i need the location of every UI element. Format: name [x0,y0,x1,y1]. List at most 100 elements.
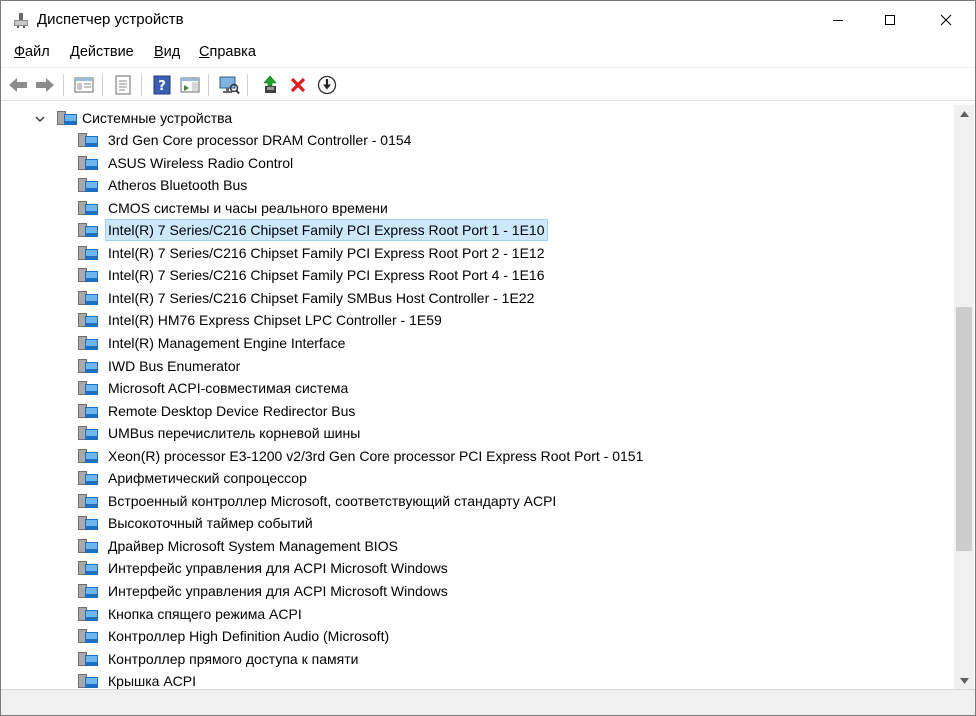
menu-bar: Файл Действие Вид Справка [1,41,975,65]
close-icon [940,14,952,25]
system-device-icon [78,200,98,216]
system-device-icon [78,222,98,238]
device-name: Intel(R) HM76 Express Chipset LPC Contro… [108,312,442,329]
device-name: IWD Bus Enumerator [108,357,241,374]
device-list-item[interactable]: Арифметический сопроцессор [78,467,309,489]
system-device-icon [78,470,98,486]
device-name: Intel(R) 7 Series/C216 Chipset Family PC… [108,244,545,261]
update-driver-icon [263,75,277,93]
device-name: Intel(R) 7 Series/C216 Chipset Family SM… [108,289,535,306]
menu-view[interactable]: Вид [154,44,180,60]
show-hide-tree-button[interactable] [73,74,95,96]
disable-device-button[interactable] [316,74,338,96]
device-list-item[interactable]: Крышка ACPI [78,670,198,689]
device-list-item[interactable]: Драйвер Microsoft System Management BIOS [78,535,400,557]
device-list-item[interactable]: UMBus перечислитель корневой шины [78,422,362,444]
show-hide-console-tree-icon [74,77,94,93]
device-list-item[interactable]: IWD Bus Enumerator [78,355,242,377]
scroll-up-button[interactable] [954,105,974,122]
system-device-icon [78,425,98,441]
device-list-item[interactable]: Intel(R) 7 Series/C216 Chipset Family PC… [78,264,547,286]
system-device-icon [78,515,98,531]
device-list-item[interactable]: ASUS Wireless Radio Control [78,152,295,174]
close-button[interactable] [923,1,969,38]
device-list-item[interactable]: Intel(R) HM76 Express Chipset LPC Contro… [78,309,444,331]
menu-help[interactable]: Справка [199,44,256,60]
device-name: Кнопка спящего режима ACPI [108,605,302,622]
device-name: Atheros Bluetooth Bus [108,177,248,194]
vertical-scrollbar[interactable] [954,105,974,689]
system-device-icon [78,560,98,576]
scan-hardware-button[interactable] [218,74,240,96]
system-devices-folder-icon [57,110,77,129]
device-name: Интерфейс управления для ACPI Microsoft … [108,583,448,599]
window-title: Диспетчер устройств [37,11,184,28]
help-icon: ? [153,75,171,95]
system-device-icon [78,267,98,283]
device-tree[interactable]: Системные устройства 3rd Gen Core proces… [2,105,954,689]
scroll-down-button[interactable] [954,672,974,689]
minimize-button[interactable] [815,1,861,38]
system-device-icon [78,177,98,193]
menu-file[interactable]: Файл [14,44,50,60]
device-list-item[interactable]: Remote Desktop Device Redirector Bus [78,400,357,422]
device-list-item[interactable]: 3rd Gen Core processor DRAM Controller -… [78,129,413,151]
device-name: Интерфейс управления для ACPI Microsoft … [108,560,448,577]
system-device-icon [78,538,98,554]
toolbar: ? [1,67,975,101]
device-list-item[interactable]: CMOS системы и часы реального времени [78,197,390,219]
action-pane-icon [180,77,200,93]
device-name: Встроенный контроллер Microsoft, соответ… [108,492,557,509]
maximize-icon [885,14,895,25]
svg-text:?: ? [158,79,166,94]
device-list-item[interactable]: Контроллер High Definition Audio (Micros… [78,625,391,647]
action-pane-button[interactable] [179,74,201,96]
device-name: Крышка ACPI [108,673,197,689]
device-list-item[interactable]: Intel(R) 7 Series/C216 Chipset Family PC… [78,242,547,264]
device-list-item[interactable]: Интерфейс управления для ACPI Microsoft … [78,557,450,579]
device-list-item[interactable]: Встроенный контроллер Microsoft, соответ… [78,490,558,512]
device-name: ASUS Wireless Radio Control [108,154,294,171]
scroll-up-arrow-icon [959,110,969,117]
back-button[interactable] [7,74,29,96]
device-list-item[interactable]: Интерфейс управления для ACPI Microsoft … [78,580,450,602]
help-button[interactable]: ? [151,74,173,96]
update-driver-button[interactable] [259,74,281,96]
system-device-icon [78,358,98,374]
title-bar[interactable]: Диспетчер устройств [1,1,975,38]
menu-action[interactable]: Действие [70,44,134,60]
system-device-icon [78,403,98,419]
device-list-item[interactable]: Intel(R) Management Engine Interface [78,332,347,354]
device-name: Контроллер прямого доступа к памяти [108,650,359,667]
system-device-icon [78,628,98,644]
properties-button[interactable] [112,74,134,96]
system-device-icon [78,132,98,148]
device-name: 3rd Gen Core processor DRAM Controller -… [108,132,412,148]
system-device-icon [78,335,98,351]
system-device-icon [78,155,98,171]
device-list-item[interactable]: Intel(R) 7 Series/C216 Chipset Family SM… [78,287,536,309]
device-list-item[interactable]: Контроллер прямого доступа к памяти [78,648,360,670]
device-list-item[interactable]: Intel(R) 7 Series/C216 Chipset Family PC… [78,219,548,242]
forward-button[interactable] [34,74,56,96]
maximize-button[interactable] [867,1,913,38]
device-name: Remote Desktop Device Redirector Bus [108,402,356,419]
device-name: CMOS системы и часы реального времени [108,199,388,216]
device-name: Драйвер Microsoft System Management BIOS [108,537,398,554]
collapse-chevron-icon[interactable] [34,112,46,124]
system-device-icon [78,245,98,261]
tree-category-system-devices[interactable]: Системные устройства [2,107,402,129]
scroll-down-arrow-icon [959,677,969,684]
device-name: Высокоточный таймер событий [108,515,313,532]
uninstall-device-button[interactable] [287,74,309,96]
scroll-thumb[interactable] [956,307,972,551]
device-name: Intel(R) 7 Series/C216 Chipset Family PC… [108,267,545,284]
device-manager-window: Диспетчер устройств Файл Действие Вид Сп… [0,0,976,716]
device-list-item[interactable]: Xeon(R) processor E3-1200 v2/3rd Gen Cor… [78,445,645,467]
forward-arrow-icon [36,78,54,92]
device-list-item[interactable]: Высокоточный таймер событий [78,512,315,534]
device-list-item[interactable]: Atheros Bluetooth Bus [78,174,249,196]
device-list-item[interactable]: Кнопка спящего режима ACPI [78,603,304,625]
device-list-item[interactable]: Microsoft ACPI-совместимая система [78,377,350,399]
device-name: UMBus перечислитель корневой шины [108,425,361,442]
